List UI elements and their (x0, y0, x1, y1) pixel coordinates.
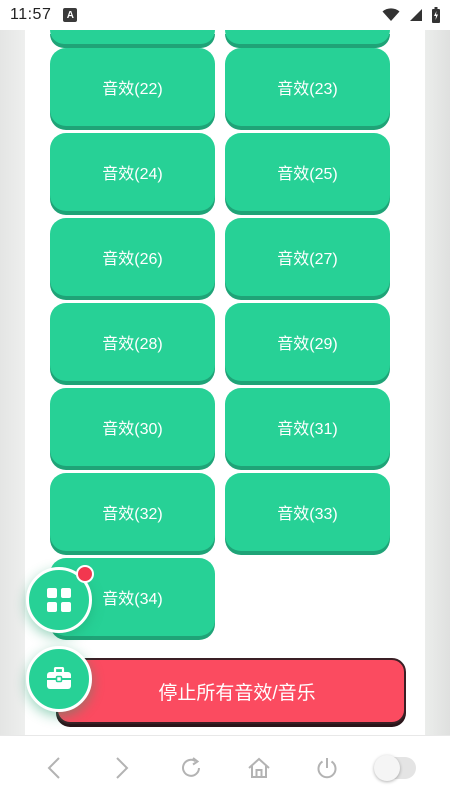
sound-effect-button[interactable]: 音效(23) (225, 48, 390, 126)
forward-button[interactable] (102, 748, 142, 788)
bottom-nav-bar (0, 735, 450, 800)
stop-all-sounds-button[interactable]: 停止所有音效/音乐 (56, 658, 406, 724)
sound-effect-button[interactable]: 音效(27) (225, 218, 390, 296)
sound-effects-panel[interactable]: 音效(22) 音效(23) 音效(24) 音效(25) 音效(26) 音效(27… (25, 30, 425, 735)
back-icon (47, 757, 60, 779)
notification-badge (76, 565, 94, 583)
screen: 11:57 A 音效(22) 音效(23) 音效(24) 音效(25) 音效(2… (0, 0, 450, 800)
sound-effect-button[interactable]: 音效(33) (225, 473, 390, 551)
refresh-icon (181, 757, 200, 777)
status-bar: 11:57 A (0, 0, 450, 30)
toggle-knob (373, 755, 400, 781)
toolbox-icon (47, 667, 71, 689)
home-icon (248, 757, 270, 778)
signal-icon (410, 9, 422, 21)
status-time: 11:57 (10, 6, 52, 23)
sound-effect-button[interactable]: 音效(30) (50, 388, 215, 466)
battery-icon (432, 7, 440, 23)
back-button[interactable] (34, 748, 74, 788)
power-icon (317, 758, 337, 779)
sound-effect-button[interactable]: 音效(28) (50, 303, 215, 381)
sound-effect-button[interactable]: 音效(32) (50, 473, 215, 551)
home-button[interactable] (239, 748, 279, 788)
notification-icon: A (63, 8, 78, 22)
sound-effect-button[interactable]: 音效(26) (50, 218, 215, 296)
grid-icon (47, 588, 71, 612)
sound-effect-button[interactable]: 音效(22) (50, 48, 215, 126)
sound-effect-button[interactable]: 音效(31) (225, 388, 390, 466)
status-icons (382, 7, 440, 23)
refresh-button[interactable] (171, 748, 211, 788)
toggle-switch[interactable] (373, 755, 416, 781)
sound-effect-button[interactable]: 音效(24) (50, 133, 215, 211)
sound-effect-button[interactable]: 音效(29) (225, 303, 390, 381)
wifi-icon (382, 8, 400, 21)
sound-effect-button-partial[interactable] (50, 30, 215, 44)
sound-effect-button[interactable]: 音效(25) (225, 133, 390, 211)
forward-icon (116, 757, 129, 779)
power-button[interactable] (307, 748, 347, 788)
sound-effect-button-partial[interactable] (225, 30, 390, 44)
toolbox-button[interactable] (26, 646, 92, 712)
toggle-switch-wrapper[interactable] (373, 748, 416, 788)
